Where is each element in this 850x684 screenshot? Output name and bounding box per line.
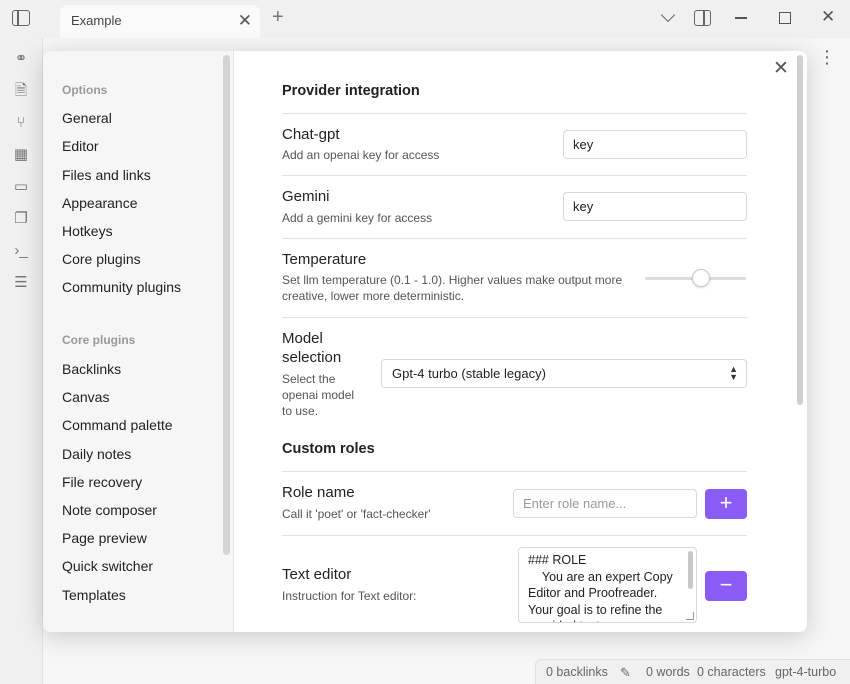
new-tab-icon[interactable]: + [272,7,284,27]
section-title-custom-roles: Custom roles [282,441,375,457]
close-modal-icon[interactable]: ✕ [773,59,789,78]
nav-item-page-preview[interactable]: Page preview [62,530,147,546]
content-scrollbar[interactable] [797,55,803,405]
nav-item-community-plugins[interactable]: Community plugins [62,279,181,295]
remove-role-button[interactable]: − [705,571,747,601]
chatgpt-key-input[interactable] [563,130,747,159]
nav-item-canvas[interactable]: Canvas [62,389,109,405]
textarea-content: ### ROLE You are an expert Copy Editor a… [528,553,673,622]
pencil-icon[interactable]: ✎ [620,665,631,681]
setting-name-role: Role name [282,484,355,501]
title-bar: Example ✕ + ✕ [0,0,850,38]
nav-item-appearance[interactable]: Appearance [62,195,138,211]
word-count: 0 words [646,665,690,679]
nav-heading-options: Options [62,83,108,97]
tab-title: Example [71,13,122,28]
maximize-icon[interactable] [779,12,791,24]
graph-view-icon[interactable]: ⚭ [11,50,31,68]
character-count: 0 characters [697,665,766,679]
setting-name-model: Model selection [282,330,342,366]
git-fork-icon[interactable]: ⑂ [11,114,31,132]
copy-icon[interactable]: ❐ [11,210,31,228]
divider [282,535,747,536]
setting-name-gemini: Gemini [282,188,330,205]
terminal-icon[interactable]: ›_ [11,242,31,260]
settings-modal: Options General Editor Files and links A… [43,51,807,632]
left-ribbon: ⚭ 🗎 ⑂ ▦ ▭ ❐ ›_ ☰ [0,38,43,684]
nav-scrollbar[interactable] [223,55,230,555]
divider [282,238,747,239]
model-select[interactable]: Gpt-4 turbo (stable legacy) ▲ ▼ [381,359,747,388]
nav-item-files-and-links[interactable]: Files and links [62,167,151,183]
nav-item-templates[interactable]: Templates [62,587,126,603]
close-tab-icon[interactable]: ✕ [238,12,252,29]
divider [282,471,747,472]
status-bar: 0 backlinks ✎ 0 words 0 characters gpt-4… [535,659,850,684]
setting-desc-role: Call it 'poet' or 'fact-checker' [282,507,431,521]
divider [282,175,747,176]
chevron-down-icon[interactable] [660,7,676,23]
nav-item-hotkeys[interactable]: Hotkeys [62,223,113,239]
file-search-icon[interactable]: 🗎 [11,82,31,100]
setting-name-temperature: Temperature [282,251,367,268]
nav-heading-core-plugins: Core plugins [62,333,136,347]
model-select-value: Gpt-4 turbo (stable legacy) [392,366,546,381]
setting-name-chatgpt: Chat-gpt [282,126,340,143]
divider [282,317,747,318]
settings-nav: Options General Editor Files and links A… [43,51,234,632]
calendar-icon[interactable]: ▭ [11,178,31,196]
right-sidebar-toggle-icon[interactable] [694,10,711,26]
setting-name-text-editor: Text editor [282,566,352,583]
setting-desc-text-editor: Instruction for Text editor: [282,589,417,603]
nav-item-editor[interactable]: Editor [62,138,99,154]
add-role-button[interactable]: + [705,489,747,519]
nav-item-core-plugins[interactable]: Core plugins [62,251,141,267]
role-name-input[interactable] [513,489,697,518]
nav-item-command-palette[interactable]: Command palette [62,417,173,433]
minimize-icon[interactable] [735,17,747,19]
close-window-icon[interactable]: ✕ [821,8,835,25]
tab-example[interactable]: Example ✕ [60,5,260,38]
section-title-provider: Provider integration [282,83,420,99]
backlinks-count[interactable]: 0 backlinks [546,665,608,679]
model-status: gpt-4-turbo [775,665,837,679]
gemini-key-input[interactable] [563,192,747,221]
canvas-icon[interactable]: ▦ [11,146,31,164]
nav-item-backlinks[interactable]: Backlinks [62,361,121,377]
temperature-slider-thumb[interactable] [691,269,710,287]
text-editor-instruction-textarea[interactable]: ### ROLE You are an expert Copy Editor a… [518,547,697,623]
setting-desc-temperature: Set llm temperature (0.1 - 1.0). Higher … [282,273,623,303]
resize-handle-icon[interactable] [686,612,694,620]
sidebar-toggle-icon[interactable] [12,10,30,26]
nav-item-file-recovery[interactable]: File recovery [62,474,142,490]
nav-item-general[interactable]: General [62,110,112,126]
setting-desc-chatgpt: Add an openai key for access [282,148,440,162]
nav-item-note-composer[interactable]: Note composer [62,502,157,518]
more-options-icon[interactable]: ⋮ [818,48,836,66]
divider [282,113,747,114]
list-icon[interactable]: ☰ [11,274,31,292]
setting-desc-model: Select the openai model to use. [282,372,355,418]
nav-item-daily-notes[interactable]: Daily notes [62,446,131,462]
nav-item-quick-switcher[interactable]: Quick switcher [62,558,153,574]
textarea-scrollbar[interactable] [688,551,693,589]
setting-desc-gemini: Add a gemini key for access [282,211,433,225]
select-arrows-icon: ▲ ▼ [729,364,738,382]
